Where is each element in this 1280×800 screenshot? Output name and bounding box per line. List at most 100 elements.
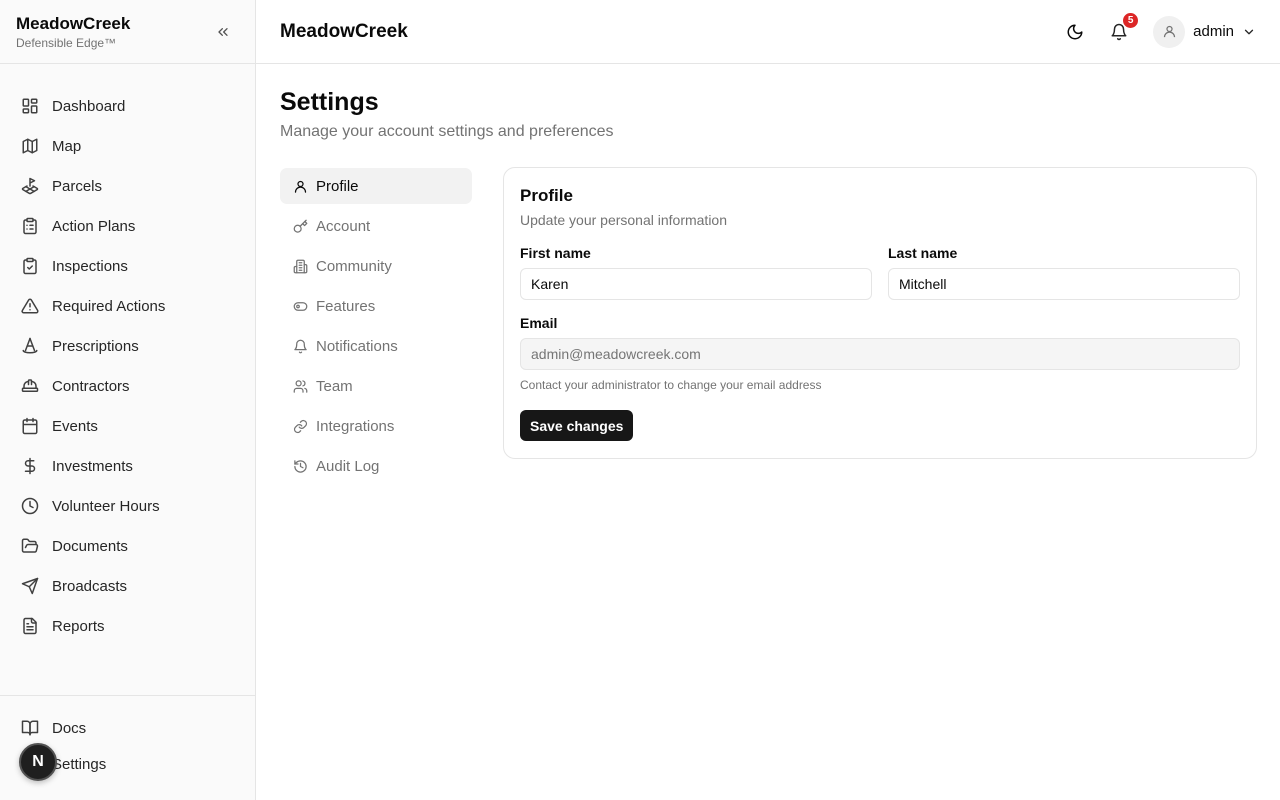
file-text-icon (20, 616, 40, 636)
settings-tab-notifications[interactable]: Notifications (280, 328, 472, 364)
brand: MeadowCreek Defensible Edge™ (0, 0, 255, 64)
sidebar-item-label: Reports (52, 617, 105, 635)
history-icon (292, 458, 308, 474)
sidebar-item-docs[interactable]: Docs (0, 710, 255, 746)
moon-icon (1066, 23, 1084, 41)
sidebar-item-label: Events (52, 417, 98, 435)
sidebar-item-contractors[interactable]: Contractors (0, 366, 255, 406)
settings-tab-label: Account (316, 217, 371, 235)
settings-tab-label: Notifications (316, 337, 398, 355)
sidebar-item-label: Parcels (52, 177, 103, 195)
sidebar-item-dashboard[interactable]: Dashboard (0, 86, 255, 126)
settings-tab-audit-log[interactable]: Audit Log (280, 448, 472, 484)
alert-triangle-icon (20, 296, 40, 316)
notification-count-badge: 5 (1122, 11, 1140, 29)
sidebar-item-inspections[interactable]: Inspections (0, 246, 255, 286)
settings-tab-label: Audit Log (316, 457, 380, 475)
first-name-label: First name (520, 245, 591, 261)
sidebar-item-investments[interactable]: Investments (0, 446, 255, 486)
settings-tab-label: Team (316, 377, 353, 395)
sidebar-item-label: Documents (52, 537, 128, 555)
top-header: MeadowCreek 5 admin (256, 0, 1280, 64)
sidebar-item-map[interactable]: Map (0, 126, 255, 166)
clock-icon (20, 496, 40, 516)
theme-toggle-button[interactable] (1059, 16, 1091, 48)
hard-hat-icon (20, 376, 40, 396)
sidebar-item-events[interactable]: Events (0, 406, 255, 446)
sidebar-nav: Dashboard Map Parcels Action Plans Inspe… (0, 64, 255, 646)
settings-tab-profile[interactable]: Profile (280, 168, 472, 204)
last-name-field[interactable] (888, 268, 1240, 300)
email-hint: Contact your administrator to change you… (520, 378, 822, 392)
toggle-icon (292, 298, 308, 314)
sidebar-item-prescriptions[interactable]: Prescriptions (0, 326, 255, 366)
sidebar-item-label: Docs (52, 719, 87, 737)
settings-tab-label: Integrations (316, 417, 395, 435)
header-title: MeadowCreek (280, 20, 408, 42)
layout-grid-icon (20, 96, 40, 116)
link-icon (292, 418, 308, 434)
header-actions: 5 admin (1059, 11, 1256, 48)
cone-icon (20, 336, 40, 356)
profile-card: Profile Update your personal information… (503, 167, 1257, 459)
key-icon (292, 218, 308, 234)
sidebar-item-broadcasts[interactable]: Broadcasts (0, 566, 255, 606)
main-content: Settings Manage your account settings an… (256, 64, 1280, 800)
settings-tab-team[interactable]: Team (280, 368, 472, 404)
clipboard-check-icon (20, 256, 40, 276)
chevrons-left-icon (218, 27, 228, 36)
users-icon (292, 378, 308, 394)
first-name-field[interactable] (520, 268, 872, 300)
user-icon (1163, 25, 1175, 38)
sidebar-item-label: Volunteer Hours (52, 497, 160, 515)
dollar-icon (20, 456, 40, 476)
bell-icon (292, 338, 308, 354)
page-title: Settings (280, 88, 379, 116)
avatar (1153, 15, 1186, 48)
sidebar-item-label: Inspections (52, 257, 128, 275)
sidebar-item-label: Contractors (52, 377, 130, 395)
land-plot-icon (20, 176, 40, 196)
map-icon (20, 136, 40, 156)
notifications-button[interactable]: 5 (1103, 11, 1140, 48)
collapse-sidebar-button[interactable] (213, 22, 233, 42)
settings-tab-label: Community (316, 257, 392, 275)
settings-tab-label: Features (316, 297, 376, 315)
user-menu-button[interactable]: admin (1153, 15, 1256, 48)
sidebar-item-label: Dashboard (52, 97, 126, 115)
email-label: Email (520, 315, 558, 331)
settings-tab-community[interactable]: Community (280, 248, 472, 284)
settings-nav: Profile Account Community Features Notif… (280, 168, 472, 488)
settings-tab-integrations[interactable]: Integrations (280, 408, 472, 444)
sidebar-item-label: Action Plans (52, 217, 136, 235)
settings-tab-label: Profile (316, 177, 359, 195)
sidebar-item-label: Required Actions (52, 297, 166, 315)
sidebar-item-parcels[interactable]: Parcels (0, 166, 255, 206)
sidebar: MeadowCreek Defensible Edge™ Dashboard M… (0, 0, 256, 800)
last-name-label: Last name (888, 245, 958, 261)
sidebar-item-label: Investments (52, 457, 133, 475)
sidebar-item-documents[interactable]: Documents (0, 526, 255, 566)
settings-tab-account[interactable]: Account (280, 208, 472, 244)
email-field[interactable] (520, 338, 1240, 370)
sidebar-item-label: Broadcasts (52, 577, 128, 595)
folder-open-icon (20, 536, 40, 556)
sidebar-item-reports[interactable]: Reports (0, 606, 255, 646)
chevron-down-icon (1242, 25, 1256, 39)
page-subtitle: Manage your account settings and prefere… (280, 123, 614, 140)
floating-n-button[interactable]: N (19, 743, 57, 781)
brand-tagline: Defensible Edge™ (16, 36, 117, 50)
book-open-icon (20, 718, 40, 738)
sidebar-item-action-plans[interactable]: Action Plans (0, 206, 255, 246)
calendar-icon (20, 416, 40, 436)
sidebar-item-required-actions[interactable]: Required Actions (0, 286, 255, 326)
building-icon (292, 258, 308, 274)
settings-tab-features[interactable]: Features (280, 288, 472, 324)
sidebar-item-label: Prescriptions (52, 337, 139, 355)
user-icon (292, 178, 308, 194)
sidebar-item-volunteer-hours[interactable]: Volunteer Hours (0, 486, 255, 526)
save-changes-button[interactable]: Save changes (520, 410, 634, 441)
profile-card-description: Update your personal information (520, 212, 728, 228)
user-name: admin (1193, 23, 1234, 40)
clipboard-list-icon (20, 216, 40, 236)
